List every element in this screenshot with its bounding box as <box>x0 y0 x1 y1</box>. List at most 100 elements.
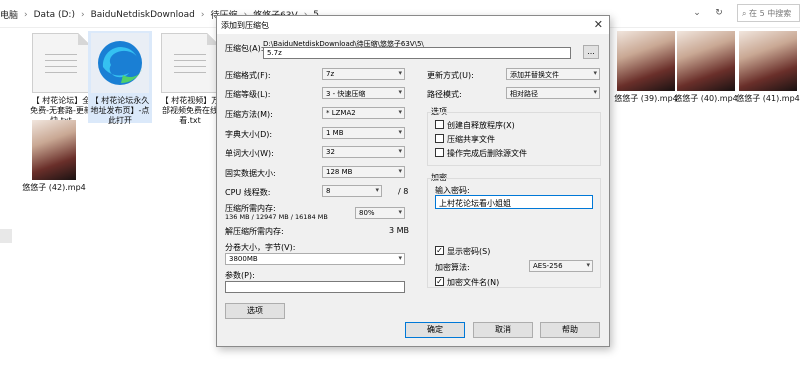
breadcrumb-item[interactable]: 电脑 <box>0 8 18 21</box>
chevron-down-icon: ▾ <box>593 69 597 77</box>
pathmode-value: 相对路径 <box>510 90 538 98</box>
search-icon: ⌕ <box>742 9 747 18</box>
params-label: 参数(P): <box>225 271 255 280</box>
dict-label: 字典大小(D): <box>225 130 273 139</box>
cpu-value: 8 <box>326 187 331 195</box>
cpu-total: / 8 <box>398 187 409 196</box>
chevron-down-icon: ▾ <box>398 88 402 96</box>
file-item[interactable]: 悠悠子 (39).mp4 <box>614 31 678 104</box>
video-thumbnail <box>617 31 675 91</box>
method-value: * LZMA2 <box>326 109 356 117</box>
ok-button[interactable]: 确定 <box>405 322 465 338</box>
enc-method-select[interactable]: AES-256 ▾ <box>529 260 593 272</box>
mem-decompress-label: 解压缩所需内存: <box>225 227 284 236</box>
cancel-button[interactable]: 取消 <box>473 322 533 338</box>
word-value: 32 <box>326 148 335 156</box>
archive-name-field[interactable]: 5.7z <box>263 47 571 59</box>
file-name: 悠悠子 (40).mp4 <box>674 94 738 103</box>
file-item[interactable]: 【 村花论坛永久地址发布页】-点此打开 <box>88 31 152 125</box>
sfx-checkbox[interactable] <box>435 120 444 129</box>
update-value: 添加并替换文件 <box>510 71 559 79</box>
level-select[interactable]: 3 - 快速压缩 ▾ <box>322 87 405 99</box>
file-item[interactable]: 悠悠子 (40).mp4 <box>674 31 738 104</box>
format-value: 7z <box>326 70 335 78</box>
file-item[interactable]: 悠悠子 (42).mp4 <box>22 120 86 193</box>
chevron-down-icon[interactable]: ⌄ <box>690 6 704 20</box>
volume-label: 分卷大小，字节(V): <box>225 243 296 252</box>
solid-value: 128 MB <box>326 168 353 176</box>
chevron-down-icon: ▾ <box>398 208 402 216</box>
word-label: 单词大小(W): <box>225 149 274 158</box>
delete-source-checkbox[interactable] <box>435 148 444 157</box>
password-field[interactable]: 上村花论坛看小姐姐 <box>435 195 593 209</box>
file-name: 【 村花论坛永久地址发布页】-点此打开 <box>90 96 150 125</box>
chevron-down-icon: ▾ <box>398 254 402 262</box>
chevron-right-icon: › <box>80 9 85 20</box>
file-item[interactable]: 【 村花视频】万部视频免费在线看.txt <box>158 33 222 126</box>
breadcrumb-item[interactable]: BaiduNetdiskDownload <box>91 10 195 20</box>
shared-label: 压缩共享文件 <box>447 135 495 144</box>
method-select[interactable]: * LZMA2 ▾ <box>322 107 405 119</box>
file-name: 悠悠子 (42).mp4 <box>22 183 86 192</box>
pathmode-label: 路径模式: <box>427 90 462 99</box>
video-thumbnail <box>677 31 735 91</box>
enc-method-value: AES-256 <box>533 262 563 270</box>
update-label: 更新方式(U): <box>427 71 474 80</box>
mem-compress-detail: 136 MB / 12947 MB / 16184 MB <box>225 213 328 221</box>
chevron-down-icon: ▾ <box>398 69 402 77</box>
level-value: 3 - 快速压缩 <box>326 90 366 98</box>
pathmode-select[interactable]: 相对路径 ▾ <box>506 87 600 99</box>
delete-source-label: 操作完成后删除源文件 <box>447 149 527 158</box>
file-item[interactable]: 【 村花论坛】全免费-无套路-更新快.txt <box>29 33 93 126</box>
chevron-down-icon: ▾ <box>398 167 402 175</box>
video-thumbnail <box>739 31 797 91</box>
mem-percent-select[interactable]: 80% ▾ <box>355 207 405 219</box>
mem-decompress-value: 3 MB <box>389 226 410 235</box>
format-select[interactable]: 7z ▾ <box>322 68 405 80</box>
chevron-right-icon: › <box>24 9 28 20</box>
text-file-icon <box>32 33 90 93</box>
file-name: 悠悠子 (41).mp4 <box>736 94 800 103</box>
show-password-label: 显示密码(S) <box>447 247 491 256</box>
sfx-label: 创建自释放程序(X) <box>447 121 515 130</box>
params-field[interactable] <box>225 281 405 293</box>
browse-button[interactable]: ... <box>583 45 599 59</box>
refresh-icon[interactable]: ↻ <box>712 6 726 20</box>
encrypt-names-label: 加密文件名(N) <box>447 278 500 287</box>
sidebar-edge <box>0 229 12 243</box>
encrypt-names-checkbox[interactable]: ✓ <box>435 277 444 286</box>
file-item[interactable]: 悠悠子 (41).mp4 <box>736 31 800 104</box>
show-password-checkbox[interactable]: ✓ <box>435 246 444 255</box>
archive-label: 压缩包(A): <box>225 44 264 53</box>
breadcrumb-item[interactable]: Data (D:) <box>34 10 75 20</box>
mem-percent-value: 80% <box>359 209 375 217</box>
chevron-down-icon: ▾ <box>586 261 590 269</box>
shared-checkbox[interactable] <box>435 134 444 143</box>
chevron-down-icon: ▾ <box>398 128 402 136</box>
dialog-title: 添加到压缩包 <box>221 21 269 30</box>
chevron-down-icon: ▾ <box>398 108 402 116</box>
chevron-down-icon: ▾ <box>398 147 402 155</box>
dialog-titlebar: 添加到压缩包 ✕ <box>217 16 609 34</box>
solid-select[interactable]: 128 MB ▾ <box>322 166 405 178</box>
level-label: 压缩等级(L): <box>225 90 271 99</box>
volume-select[interactable]: 3800MB ▾ <box>225 253 405 265</box>
volume-value: 3800MB <box>229 255 258 263</box>
options-button[interactable]: 选项 <box>225 303 285 319</box>
help-button[interactable]: 帮助 <box>540 322 600 338</box>
text-file-icon <box>161 33 219 93</box>
close-icon[interactable]: ✕ <box>594 18 603 31</box>
update-select[interactable]: 添加并替换文件 ▾ <box>506 68 600 80</box>
video-thumbnail <box>32 120 76 180</box>
dict-value: 1 MB <box>326 129 344 137</box>
cpu-select[interactable]: 8 ▾ <box>322 185 382 197</box>
word-select[interactable]: 32 ▾ <box>322 146 405 158</box>
chevron-right-icon: › <box>200 9 205 20</box>
enc-method-label: 加密算法: <box>435 263 470 272</box>
search-input[interactable]: ⌕ 在 5 中搜索 <box>737 4 800 22</box>
dict-select[interactable]: 1 MB ▾ <box>322 127 405 139</box>
format-label: 压缩格式(F): <box>225 71 271 80</box>
edge-browser-icon <box>91 33 149 93</box>
file-name: 【 村花视频】万部视频免费在线看.txt <box>160 96 220 125</box>
chevron-down-icon: ▾ <box>375 186 379 194</box>
